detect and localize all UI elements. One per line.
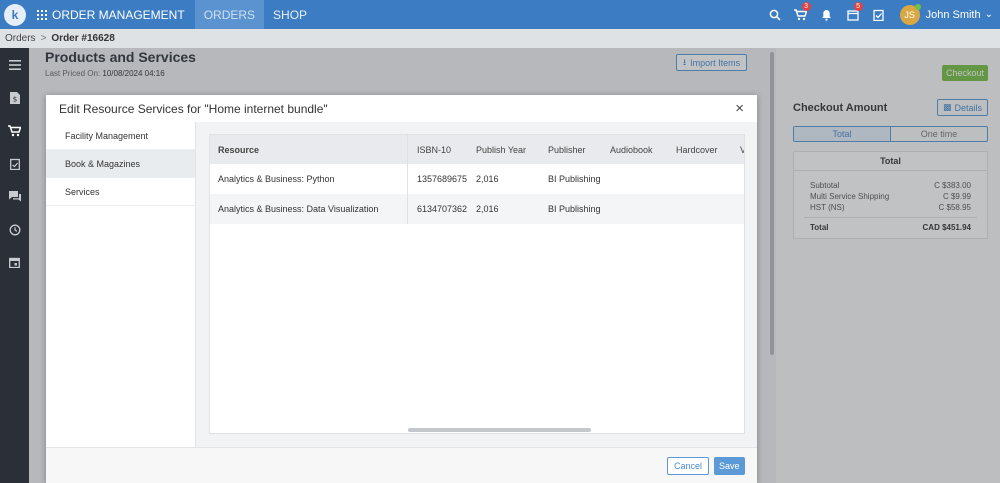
chevron-right-icon: > bbox=[40, 33, 47, 44]
apps-grid-icon bbox=[37, 9, 47, 20]
avatar[interactable]: JS bbox=[899, 3, 921, 25]
table-horizontal-scrollbar[interactable] bbox=[408, 428, 591, 432]
save-button[interactable]: Save bbox=[714, 457, 745, 475]
breadcrumb: Orders > Order #16628 bbox=[0, 29, 1000, 48]
table-cell-resource: Analytics & Business: Python bbox=[218, 174, 335, 184]
table-cell-publish-year: 2,016 bbox=[476, 174, 499, 184]
table-cell-isbn: 1357689675 bbox=[417, 174, 468, 184]
user-name[interactable]: John Smith bbox=[926, 9, 981, 21]
tab-book-magazines[interactable]: Book & Magazines bbox=[46, 150, 195, 178]
nav-tab-shop[interactable]: SHOP bbox=[264, 0, 316, 29]
table-cell-publisher: BI Publishing bbox=[548, 174, 601, 184]
search-icon[interactable] bbox=[762, 0, 788, 29]
modal-header: Edit Resource Services for "Home interne… bbox=[46, 95, 757, 122]
table-cell-isbn: 6134707362 bbox=[417, 204, 468, 214]
column-header-hardcover[interactable]: Hardcover bbox=[676, 135, 718, 165]
cart-badge: 3 bbox=[801, 2, 811, 11]
calendar-badge: 5 bbox=[853, 2, 863, 11]
breadcrumb-current: Order #16628 bbox=[51, 33, 115, 44]
table-header-row: Resource ISBN-10 Publish Year Publisher … bbox=[210, 135, 744, 165]
category-tabs: Facility Management Book & Magazines Ser… bbox=[46, 122, 196, 447]
column-header-resource[interactable]: Resource bbox=[218, 135, 259, 165]
close-icon[interactable]: × bbox=[735, 100, 744, 117]
online-status-dot bbox=[914, 3, 921, 10]
avatar-initials: JS bbox=[904, 9, 915, 20]
top-bar: k ORDER MANAGEMENT ORDERS SHOP 3 5 JS Jo… bbox=[0, 0, 1000, 29]
nav-tab-orders[interactable]: ORDERS bbox=[194, 0, 265, 29]
top-right-actions: 3 5 JS John Smith ⌄ bbox=[762, 0, 1000, 29]
column-header-audiobook[interactable]: Audiobook bbox=[610, 135, 653, 165]
resource-table: Resource ISBN-10 Publish Year Publisher … bbox=[209, 134, 745, 434]
chevron-down-icon[interactable]: ⌄ bbox=[985, 9, 993, 20]
calendar-icon[interactable] bbox=[0, 246, 29, 279]
bell-icon[interactable] bbox=[814, 0, 840, 29]
tab-facility-management[interactable]: Facility Management bbox=[46, 122, 195, 150]
edit-resource-services-modal: Edit Resource Services for "Home interne… bbox=[46, 95, 757, 483]
app-switcher[interactable]: ORDER MANAGEMENT bbox=[37, 0, 185, 29]
menu-icon[interactable] bbox=[0, 48, 29, 81]
logo-letter: k bbox=[11, 7, 19, 22]
cancel-button[interactable]: Cancel bbox=[667, 457, 710, 475]
chat-icon[interactable] bbox=[0, 180, 29, 213]
column-header-publisher[interactable]: Publisher bbox=[548, 135, 586, 165]
clipboard-icon[interactable] bbox=[0, 147, 29, 180]
app-logo[interactable]: k bbox=[4, 3, 26, 26]
table-cell-resource: Analytics & Business: Data Visualization bbox=[218, 204, 379, 214]
modal-footer: Cancel Save bbox=[46, 447, 757, 483]
calendar-icon[interactable]: 5 bbox=[840, 0, 866, 29]
svg-text:$: $ bbox=[12, 95, 16, 103]
modal-title: Edit Resource Services for "Home interne… bbox=[59, 101, 328, 116]
clock-icon[interactable] bbox=[0, 213, 29, 246]
table-row[interactable]: Analytics & Business: Data Visualization… bbox=[210, 194, 744, 224]
app-title: ORDER MANAGEMENT bbox=[52, 7, 185, 22]
cart-icon[interactable] bbox=[0, 114, 29, 147]
tab-services[interactable]: Services bbox=[46, 178, 195, 206]
table-row[interactable]: Analytics & Business: Python 1357689675 … bbox=[210, 164, 744, 194]
sidebar: $ bbox=[0, 48, 29, 483]
column-header-publish-year[interactable]: Publish Year bbox=[476, 135, 526, 165]
modal-body: Facility Management Book & Magazines Ser… bbox=[46, 122, 757, 447]
invoice-icon[interactable]: $ bbox=[0, 81, 29, 114]
table-cell-publish-year: 2,016 bbox=[476, 204, 499, 214]
breadcrumb-orders[interactable]: Orders bbox=[5, 33, 36, 44]
frozen-column-divider bbox=[407, 135, 408, 224]
clipboard-check-icon[interactable] bbox=[866, 0, 892, 29]
column-header-truncated[interactable]: V bbox=[740, 135, 744, 165]
table-cell-publisher: BI Publishing bbox=[548, 204, 601, 214]
column-header-isbn[interactable]: ISBN-10 bbox=[417, 135, 451, 165]
cart-icon[interactable]: 3 bbox=[788, 0, 814, 29]
